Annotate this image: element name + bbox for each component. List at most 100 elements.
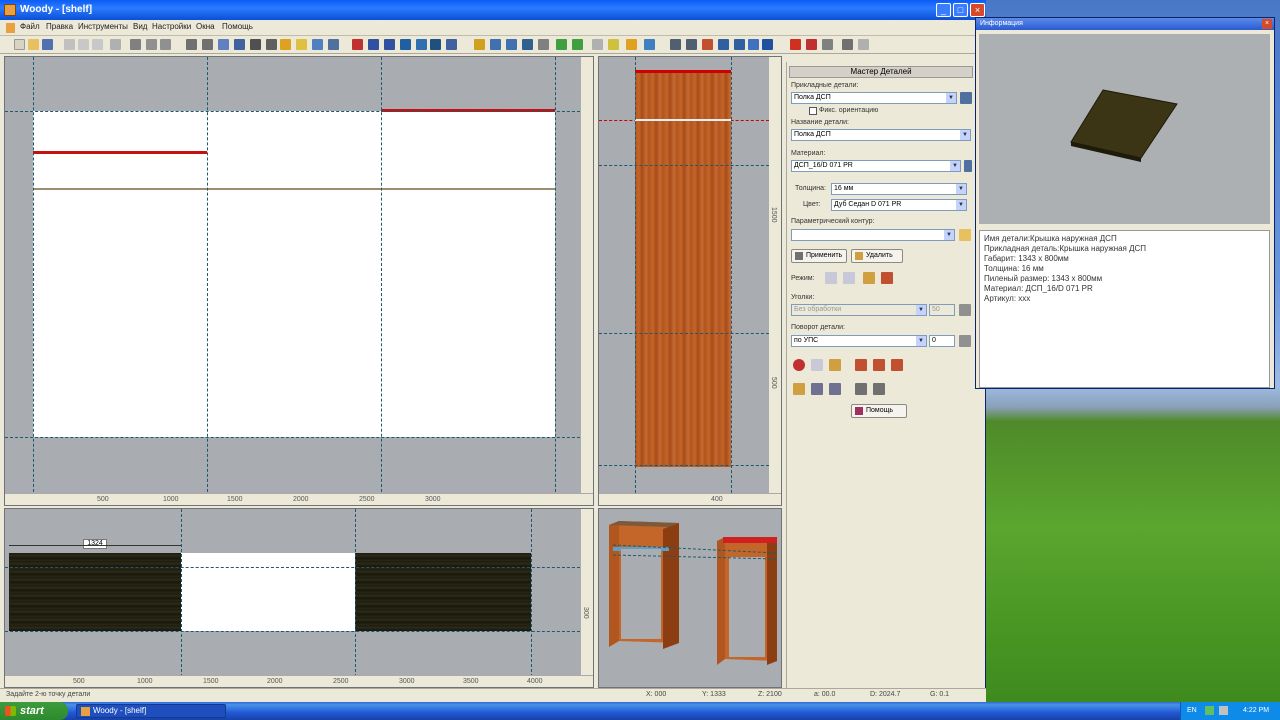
shelf-panel-right[interactable]: [381, 111, 555, 437]
menu-help[interactable]: Помощь: [222, 22, 253, 31]
zoom-icon[interactable]: [202, 39, 213, 50]
hardware-icon[interactable]: [670, 39, 681, 50]
layer-icon[interactable]: [280, 39, 291, 50]
stack-icon[interactable]: [793, 383, 805, 395]
vertical-ruler[interactable]: 300: [581, 509, 593, 675]
array-icon[interactable]: [430, 39, 441, 50]
report-icon[interactable]: [644, 39, 655, 50]
cut-icon[interactable]: [64, 39, 75, 50]
split-icon[interactable]: [490, 39, 501, 50]
chevron-down-icon[interactable]: ▼: [956, 184, 966, 194]
shelf-panel-middle[interactable]: [207, 111, 381, 437]
start-button[interactable]: start: [0, 702, 68, 720]
drill-icon[interactable]: [686, 39, 697, 50]
copy-layout-icon[interactable]: [829, 383, 841, 395]
folder-icon[interactable]: [296, 39, 307, 50]
menu-view[interactable]: Вид: [133, 22, 147, 31]
apply-button[interactable]: Применить: [791, 249, 847, 263]
title-bar[interactable]: Woody - [shelf] _ □ ×: [0, 0, 986, 20]
rotate-select[interactable]: по УПС ▼: [791, 335, 927, 347]
show-icon[interactable]: [556, 39, 567, 50]
delete-button[interactable]: Удалить: [851, 249, 903, 263]
export-icon[interactable]: [160, 39, 171, 50]
taskbar-item-woody[interactable]: Woody - [shelf]: [76, 704, 226, 718]
distribute-icon[interactable]: [855, 359, 867, 371]
chevron-down-icon[interactable]: ▼: [956, 200, 966, 210]
fix-orientation-checkbox[interactable]: [809, 107, 817, 115]
help-button[interactable]: Помощь: [851, 404, 907, 418]
new-icon[interactable]: [14, 39, 25, 50]
print-icon[interactable]: [186, 39, 197, 50]
snowflake-icon[interactable]: [811, 359, 823, 371]
menu-windows[interactable]: Окна: [196, 22, 215, 31]
align-icon[interactable]: [446, 39, 457, 50]
back-icon[interactable]: [842, 39, 853, 50]
contour-select[interactable]: ▼: [791, 229, 955, 241]
menu-settings[interactable]: Настройки: [152, 22, 191, 31]
edge-icon[interactable]: [608, 39, 619, 50]
applied-detail-select[interactable]: Полка ДСП ▼: [791, 92, 957, 104]
thickness-select[interactable]: 16 мм ▼: [831, 183, 967, 195]
mirror-icon[interactable]: [384, 39, 395, 50]
library-icon[interactable]: [960, 92, 972, 104]
tool-icon[interactable]: [855, 383, 867, 395]
rotate-icon[interactable]: [416, 39, 427, 50]
mode-insert-icon[interactable]: [825, 272, 837, 284]
paste-icon[interactable]: [92, 39, 103, 50]
chevron-down-icon[interactable]: ▼: [946, 93, 956, 103]
redo-icon[interactable]: [130, 39, 141, 50]
horizontal-ruler[interactable]: 400: [599, 493, 781, 505]
render-icon[interactable]: [718, 39, 729, 50]
cross-icon[interactable]: [522, 39, 533, 50]
corners-number[interactable]: 50: [929, 304, 955, 316]
forward-icon[interactable]: [858, 39, 869, 50]
material-library-icon[interactable]: [964, 160, 972, 172]
language-indicator[interactable]: EN: [1187, 707, 1197, 714]
horizontal-ruler[interactable]: 500 1000 1500 2000 2500 3000: [5, 493, 593, 505]
grid-icon[interactable]: [250, 39, 261, 50]
section-icon[interactable]: [368, 39, 379, 50]
color-select[interactable]: Дуб Седан D 071 PR ▼: [831, 199, 967, 211]
target-icon[interactable]: [793, 359, 805, 371]
mode-stack-icon[interactable]: [863, 272, 875, 284]
chevron-down-icon[interactable]: ▼: [944, 230, 954, 240]
front-view-viewport[interactable]: 500 1000 1500 2000 2500 3000: [4, 56, 594, 506]
network-icon[interactable]: [1205, 706, 1214, 715]
material-icon[interactable]: [626, 39, 637, 50]
chevron-down-icon[interactable]: ▼: [916, 305, 926, 315]
side-view-viewport[interactable]: 1500 500 400: [598, 56, 782, 506]
close-icon[interactable]: ×: [1262, 19, 1272, 29]
vertical-ruler[interactable]: 1500 500: [769, 57, 781, 493]
align-icon[interactable]: [829, 359, 841, 371]
info-title-bar[interactable]: Информация ×: [976, 18, 1274, 30]
dark-panel-right[interactable]: [355, 553, 531, 631]
material-select[interactable]: ДСП_16/D 071 PR ▼: [791, 160, 961, 172]
layout-icon[interactable]: [811, 383, 823, 395]
snap-icon[interactable]: [266, 39, 277, 50]
vertical-ruler[interactable]: [581, 57, 593, 493]
export-cut-icon[interactable]: [822, 39, 833, 50]
3d-model[interactable]: [599, 509, 782, 688]
menu-edit[interactable]: Правка: [46, 22, 73, 31]
chevron-down-icon[interactable]: ▼: [916, 336, 926, 346]
mode-resize-icon[interactable]: [881, 272, 893, 284]
measure-icon[interactable]: [762, 39, 773, 50]
calc-icon[interactable]: [572, 39, 583, 50]
document-icon[interactable]: [6, 23, 15, 33]
panel-icon[interactable]: [474, 39, 485, 50]
3d-view-viewport[interactable]: [598, 508, 782, 688]
white-panel-middle[interactable]: [181, 553, 355, 631]
mode-move-icon[interactable]: [843, 272, 855, 284]
copy-icon[interactable]: [78, 39, 89, 50]
corners-select[interactable]: Без обработки ▼: [791, 304, 927, 316]
measure-icon[interactable]: [873, 383, 885, 395]
close-button[interactable]: ×: [970, 3, 985, 17]
folder-icon[interactable]: [959, 229, 971, 241]
volume-icon[interactable]: [1219, 706, 1228, 715]
save-icon[interactable]: [42, 39, 53, 50]
texture-icon[interactable]: [702, 39, 713, 50]
detail-name-select[interactable]: Полка ДСП ▼: [791, 129, 971, 141]
camera-icon[interactable]: [734, 39, 745, 50]
side-panel-wood[interactable]: [635, 71, 731, 467]
top-view-viewport[interactable]: 1324 300 500 1000 1500 2000 2500 3000 35…: [4, 508, 594, 688]
